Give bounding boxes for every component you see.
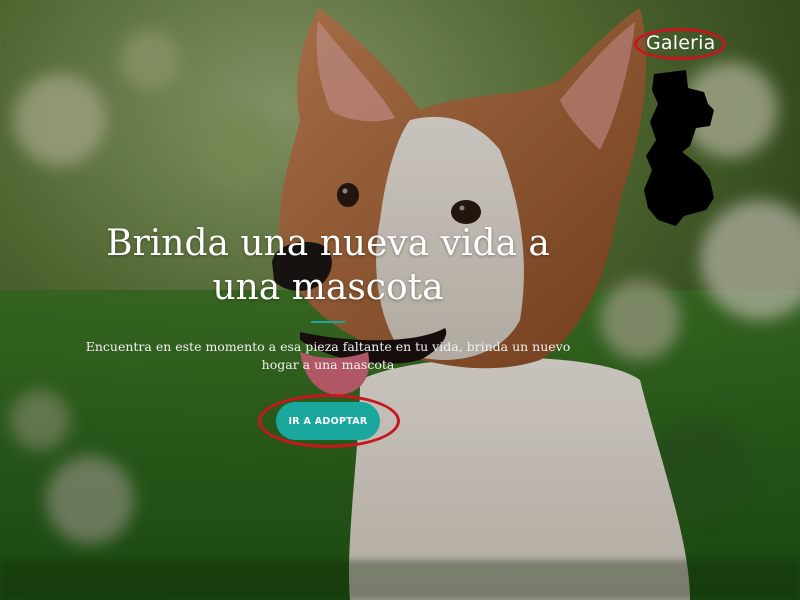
- edge-glyph: ⋮: [0, 40, 8, 49]
- annotation-ring-gallery: [634, 28, 726, 60]
- title-divider: [311, 321, 345, 323]
- hero-subtitle: Encuentra en este momento a esa pieza fa…: [85, 339, 571, 372]
- hero-section: ⋮ Galeria Brinda una nueva vida a una ma…: [0, 0, 800, 600]
- page-title: Brinda una nueva vida a una mascota: [106, 223, 550, 308]
- redaction-mark: [644, 70, 714, 226]
- annotation-ring-adopt: [258, 394, 400, 448]
